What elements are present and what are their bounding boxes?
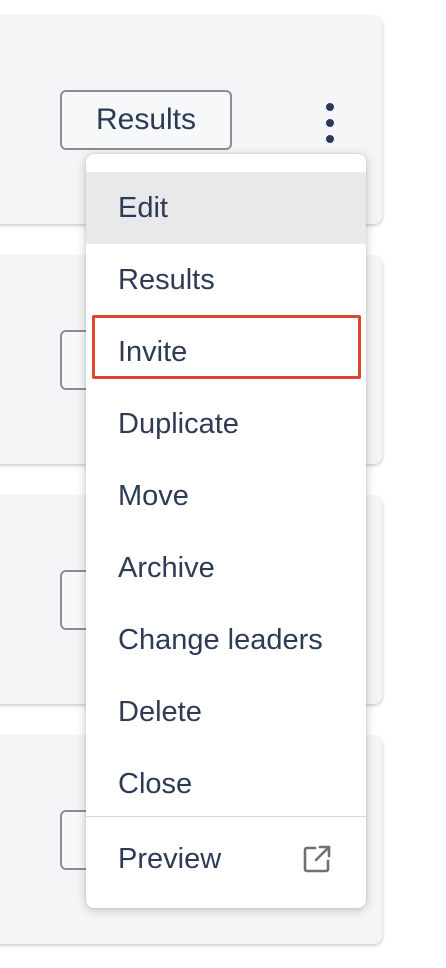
- menu-item-label: Close: [118, 767, 193, 800]
- more-options-icon[interactable]: [312, 103, 348, 143]
- menu-item-label: Archive: [118, 551, 215, 584]
- menu-item-edit[interactable]: Edit: [86, 172, 366, 244]
- results-button-label: Results: [95, 103, 197, 136]
- menu-item-delete[interactable]: Delete: [86, 676, 366, 748]
- menu-item-label: Change leaders: [118, 623, 323, 656]
- menu-divider: [86, 816, 366, 817]
- menu-item-close[interactable]: Close: [86, 748, 366, 820]
- menu-item-change-leaders[interactable]: Change leaders: [86, 604, 366, 676]
- menu-item-label: Invite: [118, 335, 188, 368]
- menu-item-move[interactable]: Move: [86, 460, 366, 532]
- menu-item-archive[interactable]: Archive: [86, 532, 366, 604]
- menu-item-label: Move: [118, 479, 189, 512]
- actions-menu: Edit Results Invite Duplicate Move Archi…: [86, 154, 366, 908]
- menu-item-label: Preview: [118, 842, 222, 875]
- external-link-icon: [303, 845, 331, 873]
- menu-item-invite[interactable]: Invite: [86, 316, 366, 388]
- menu-item-results[interactable]: Results: [86, 244, 366, 316]
- menu-item-duplicate[interactable]: Duplicate: [86, 388, 366, 460]
- results-button[interactable]: Results: [60, 90, 232, 150]
- menu-item-label: Delete: [118, 695, 202, 728]
- menu-item-preview[interactable]: Preview: [86, 822, 366, 896]
- menu-item-label: Duplicate: [118, 407, 239, 440]
- menu-item-label: Results: [118, 263, 215, 296]
- menu-item-label: Edit: [118, 191, 168, 224]
